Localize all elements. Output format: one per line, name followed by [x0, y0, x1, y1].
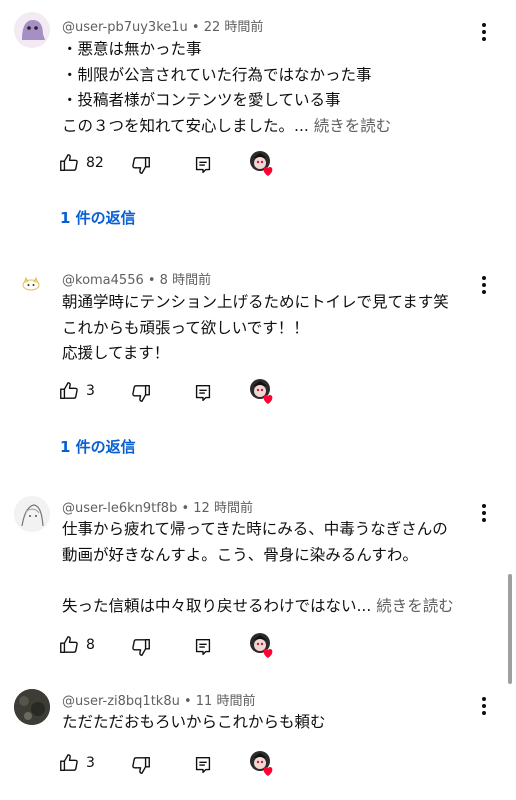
- thumbs-down-icon: [132, 156, 150, 174]
- comment-actions: 82: [58, 149, 358, 180]
- avatar[interactable]: [14, 266, 50, 302]
- comment-time[interactable]: 12 時間前: [193, 501, 253, 516]
- like-button[interactable]: 82: [58, 152, 104, 174]
- comment-meta: @koma4556 • 8 時間前: [62, 273, 212, 288]
- comment-meta: @user-pb7uy3ke1u • 22 時間前: [62, 20, 264, 35]
- comment-actions: 3: [58, 377, 358, 408]
- like-button[interactable]: 8: [58, 634, 95, 656]
- reply-comment-icon: [195, 156, 211, 174]
- thumbs-up-icon: [60, 154, 78, 172]
- like-count: 3: [86, 383, 95, 399]
- comment-text: ただただおもろいからこれからも頼む: [62, 713, 326, 731]
- reply-button[interactable]: [192, 382, 214, 408]
- comment-actions: 8: [58, 631, 358, 662]
- scrollbar[interactable]: [508, 574, 512, 684]
- ghost-avatar-icon: [22, 20, 45, 40]
- view-replies-button[interactable]: 1 件の返信: [60, 436, 136, 457]
- creator-heart-icon: [248, 749, 278, 779]
- cat-avatar-icon: [22, 276, 40, 291]
- read-more-link[interactable]: 続きを読む: [376, 597, 454, 615]
- thumbs-down-icon: [132, 384, 150, 402]
- author-name[interactable]: @user-zi8bq1tk8u: [62, 694, 180, 709]
- comment-time[interactable]: 8 時間前: [160, 273, 211, 288]
- like-count: 3: [86, 755, 95, 771]
- dislike-button[interactable]: [130, 754, 152, 780]
- comment-text: 仕事から疲れて帰ってきた時にみる、中毒うなぎさんの 動画が好きなんすよ。こう、骨…: [62, 520, 454, 615]
- thumbs-up-icon: [60, 636, 78, 654]
- thumbs-up-icon: [60, 754, 78, 772]
- reply-comment-icon: [195, 756, 211, 774]
- comment-time[interactable]: 22 時間前: [204, 20, 264, 35]
- creator-heart-icon: [248, 377, 278, 407]
- reply-comment-icon: [195, 384, 211, 402]
- avatar[interactable]: [14, 12, 50, 48]
- thumbs-down-icon: [132, 638, 150, 656]
- like-count: 82: [86, 155, 104, 171]
- author-name[interactable]: @koma4556: [62, 273, 144, 288]
- reply-comment-icon: [195, 638, 211, 656]
- comment-meta: @user-le6kn9tf8b • 12 時間前: [62, 501, 253, 516]
- thumbs-down-icon: [132, 756, 150, 774]
- reply-button[interactable]: [192, 154, 214, 180]
- author-name[interactable]: @user-le6kn9tf8b: [62, 501, 177, 516]
- comment-time[interactable]: 11 時間前: [196, 694, 256, 709]
- dislike-button[interactable]: [130, 154, 152, 180]
- like-button[interactable]: 3: [58, 752, 95, 774]
- author-name[interactable]: @user-pb7uy3ke1u: [62, 20, 188, 35]
- avatar[interactable]: [14, 689, 50, 725]
- dislike-button[interactable]: [130, 636, 152, 662]
- comment-text: 朝通学時にテンション上げるためにトイレで見てます笑 これからも頑張って欲しいです…: [62, 293, 449, 362]
- reply-button[interactable]: [192, 754, 214, 780]
- avatar[interactable]: [14, 496, 50, 532]
- like-button[interactable]: 3: [58, 380, 95, 402]
- reply-button[interactable]: [192, 636, 214, 662]
- read-more-link[interactable]: 続きを読む: [314, 117, 392, 135]
- comment-actions: 3: [58, 749, 358, 780]
- comment-meta: @user-zi8bq1tk8u • 11 時間前: [62, 694, 256, 709]
- thumbs-up-icon: [60, 382, 78, 400]
- photo-avatar-icon: [14, 689, 50, 725]
- like-count: 8: [86, 637, 95, 653]
- view-replies-button[interactable]: 1 件の返信: [60, 207, 136, 228]
- comment-text: ・悪意は無かった事 ・制限が公言されていた行為ではなかった事 ・投稿者様がコンテ…: [62, 40, 392, 135]
- sketch-avatar-icon: [14, 496, 50, 532]
- dislike-button[interactable]: [130, 382, 152, 408]
- creator-heart-icon: [248, 149, 278, 179]
- creator-heart-icon: [248, 631, 278, 661]
